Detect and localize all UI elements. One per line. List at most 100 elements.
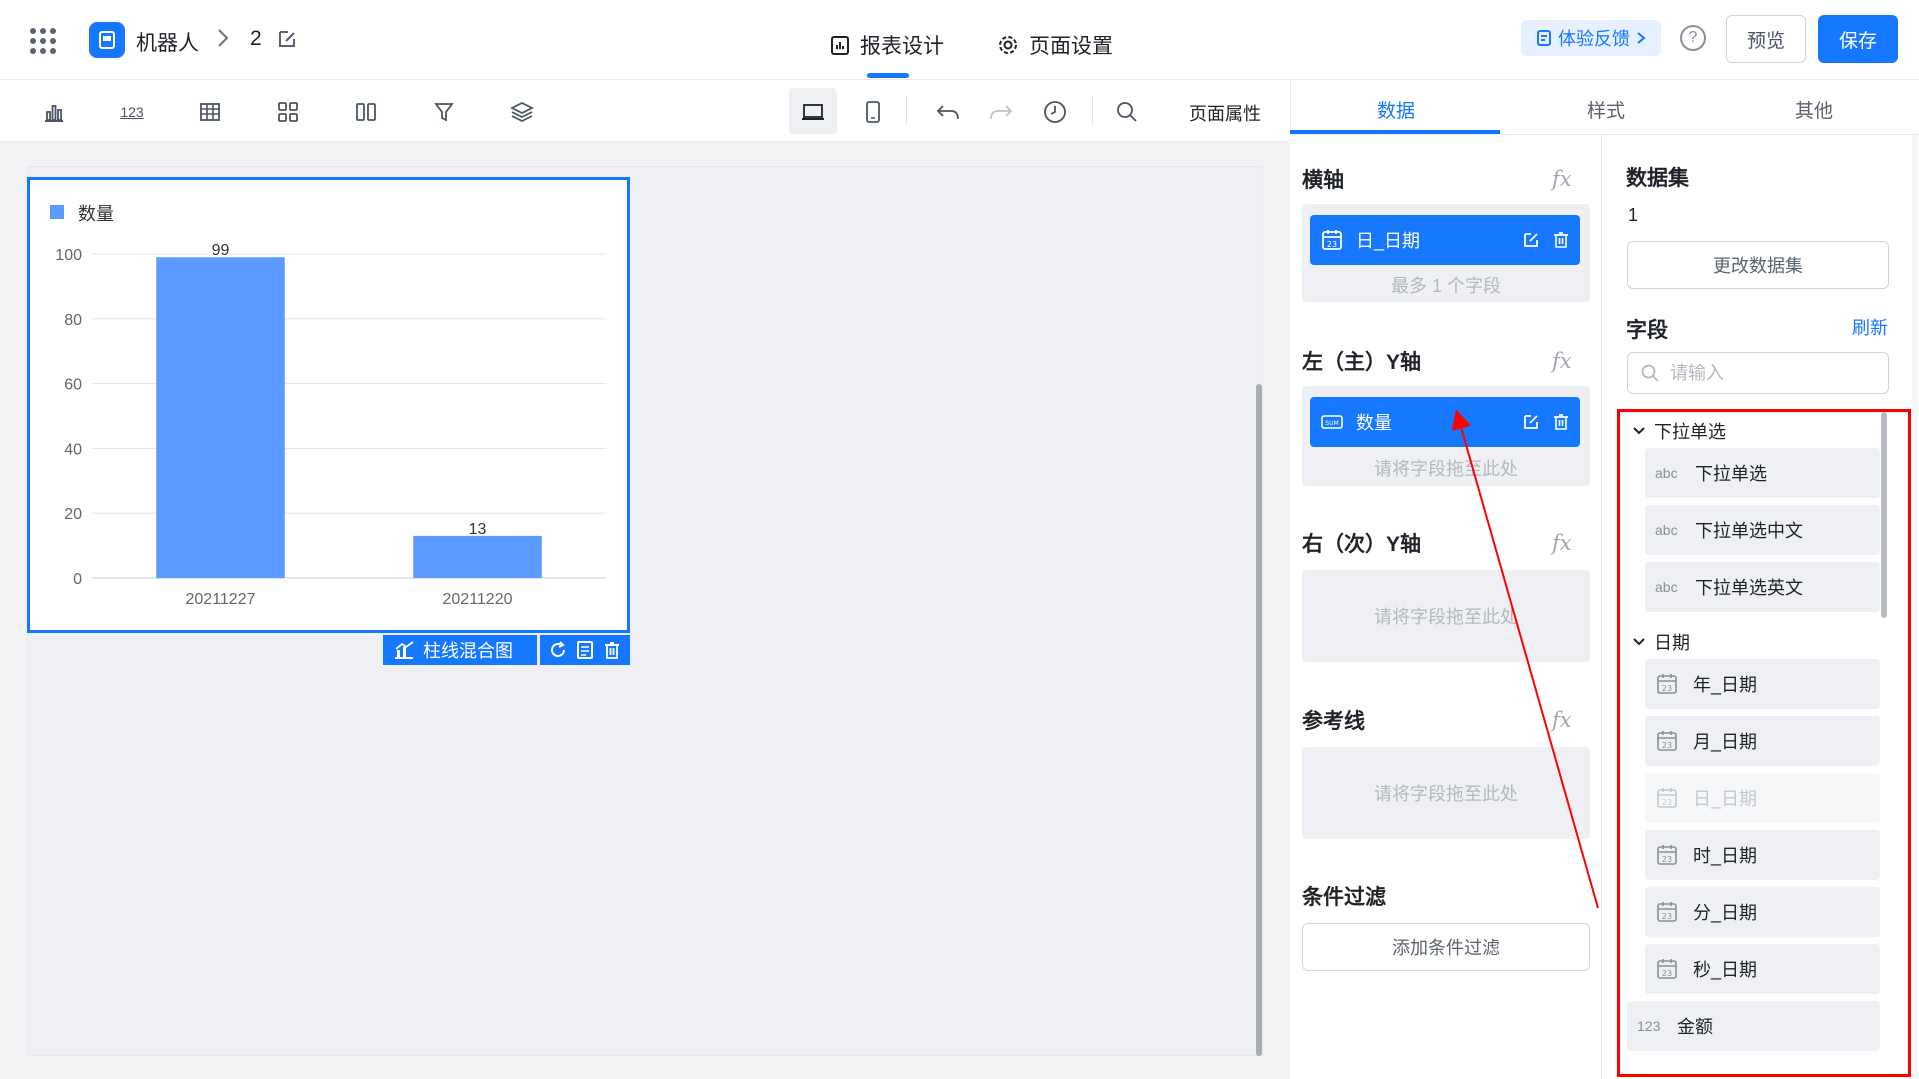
right-y-axis-hint: 请将字段拖至此处: [1374, 607, 1518, 627]
svg-text:SUM: SUM: [1325, 420, 1338, 427]
delete-icon[interactable]: [1552, 231, 1570, 249]
columns-icon[interactable]: [352, 98, 380, 126]
date-field-icon: 23: [1657, 902, 1677, 922]
field-item-disabled: 23 日_日期: [1645, 773, 1880, 823]
x-tick-label: 20211220: [443, 591, 513, 608]
design-toolbar: [0, 80, 1290, 142]
page-properties-button[interactable]: 页面属性: [1189, 100, 1261, 126]
bar: [156, 257, 285, 578]
chevron-down-icon: [1633, 427, 1645, 435]
tab-style[interactable]: 样式: [1587, 96, 1625, 123]
details-icon[interactable]: [575, 640, 595, 660]
formula-icon[interactable]: fx: [1552, 167, 1572, 191]
x-axis-field-chip[interactable]: 23 日_日期: [1310, 215, 1580, 265]
help-icon[interactable]: ?: [1680, 25, 1706, 51]
svg-text:23: 23: [1662, 741, 1672, 750]
desktop-view-icon[interactable]: [799, 98, 827, 126]
table-icon[interactable]: [196, 98, 224, 126]
y-tick-label: 40: [64, 441, 82, 458]
refresh-fields-link[interactable]: 刷新: [1852, 314, 1888, 340]
number-card-icon[interactable]: 123: [118, 98, 146, 126]
dataset-value: 1: [1628, 205, 1639, 225]
reference-line-hint: 请将字段拖至此处: [1374, 784, 1518, 804]
date-field-icon: 23: [1657, 959, 1677, 979]
search-icon[interactable]: [1113, 98, 1141, 126]
chart-type-button[interactable]: 柱线混合图: [383, 635, 537, 665]
text-type-tag: abc: [1655, 465, 1678, 481]
edit-name-icon[interactable]: [276, 28, 298, 55]
chevron-right-icon: [1637, 32, 1646, 44]
history-icon[interactable]: [1041, 98, 1069, 126]
formula-icon[interactable]: fx: [1552, 349, 1572, 373]
edit-icon[interactable]: [1522, 231, 1540, 249]
preview-button[interactable]: 预览: [1726, 15, 1806, 63]
svg-text:23: 23: [1327, 240, 1337, 249]
reference-line-dropzone[interactable]: 请将字段拖至此处: [1302, 747, 1590, 839]
date-field-icon: 23: [1657, 788, 1677, 808]
delete-icon[interactable]: [602, 640, 622, 660]
search-icon: [1641, 364, 1659, 382]
gear-icon: [999, 36, 1017, 54]
left-y-axis-hint: 请将字段拖至此处: [1374, 459, 1518, 479]
date-field-icon: 23: [1657, 674, 1677, 694]
edit-icon[interactable]: [1522, 413, 1540, 431]
x-axis-hint: 最多 1 个字段: [1390, 276, 1501, 296]
left-y-axis-field-chip[interactable]: SUM 数量: [1310, 397, 1580, 447]
page-name[interactable]: 2: [250, 27, 262, 51]
undo-icon[interactable]: [934, 98, 962, 126]
tab-report-design[interactable]: 报表设计: [830, 30, 944, 60]
change-dataset-button[interactable]: 更改数据集: [1627, 241, 1889, 289]
redo-icon[interactable]: [987, 98, 1015, 126]
field-item[interactable]: 23 分_日期: [1645, 887, 1880, 937]
field-item[interactable]: 23 月_日期: [1645, 716, 1880, 766]
x-axis-title: 横轴: [1302, 169, 1344, 192]
formula-icon[interactable]: fx: [1552, 708, 1572, 732]
field-item[interactable]: abc 下拉单选中文: [1645, 505, 1880, 555]
report-icon: [831, 36, 849, 55]
feedback-button[interactable]: 体验反馈: [1521, 20, 1661, 56]
tab-other[interactable]: 其他: [1795, 96, 1833, 123]
field-list-scrollbar[interactable]: [1881, 412, 1887, 618]
text-type-tag: abc: [1655, 522, 1678, 538]
date-field-icon: 23: [1657, 845, 1677, 865]
field-item[interactable]: 123 金额: [1627, 1001, 1880, 1051]
field-item[interactable]: 23 年_日期: [1645, 659, 1880, 709]
chevron-down-icon: [1633, 638, 1645, 646]
svg-text:23: 23: [1662, 684, 1672, 693]
svg-text:23: 23: [1662, 855, 1672, 864]
active-tab-indicator: [867, 73, 909, 78]
add-filter-button[interactable]: 添加条件过滤: [1302, 923, 1590, 971]
y-tick-label: 80: [64, 312, 82, 329]
svg-text:23: 23: [1662, 912, 1672, 921]
tab-label: 页面设置: [1029, 35, 1113, 58]
field-item[interactable]: abc 下拉单选英文: [1645, 562, 1880, 612]
field-group-dropdown[interactable]: 下拉单选: [1632, 418, 1726, 444]
field-group-date[interactable]: 日期: [1632, 629, 1690, 655]
toolbar-divider: [906, 96, 907, 126]
filter-icon[interactable]: [430, 98, 458, 126]
field-item[interactable]: abc 下拉单选: [1645, 448, 1880, 498]
left-y-axis-title: 左（主）Y轴: [1302, 351, 1422, 374]
mobile-view-icon[interactable]: [859, 98, 887, 126]
chart-actions: [540, 635, 630, 665]
right-y-axis-dropzone[interactable]: 请将字段拖至此处: [1302, 570, 1590, 662]
field-item[interactable]: 23 秒_日期: [1645, 944, 1880, 994]
bar: [413, 535, 542, 578]
data-label: 13: [469, 521, 487, 538]
tab-page-settings[interactable]: 页面设置: [997, 30, 1113, 60]
feedback-icon: [1537, 30, 1551, 46]
refresh-icon[interactable]: [548, 640, 568, 660]
delete-icon[interactable]: [1552, 413, 1570, 431]
field-item[interactable]: 23 时_日期: [1645, 830, 1880, 880]
apps-grid-icon[interactable]: [30, 28, 56, 54]
app-name[interactable]: 机器人: [136, 27, 199, 57]
field-search-input[interactable]: [1670, 362, 1870, 384]
layers-icon[interactable]: [508, 98, 536, 126]
bar-chart-icon[interactable]: [40, 98, 68, 126]
tab-data[interactable]: 数据: [1377, 96, 1415, 123]
reference-line-title: 参考线: [1302, 710, 1365, 733]
formula-icon[interactable]: fx: [1552, 531, 1572, 555]
grid-layout-icon[interactable]: [274, 98, 302, 126]
save-button[interactable]: 保存: [1818, 15, 1898, 63]
canvas-scrollbar[interactable]: [1256, 384, 1262, 1056]
